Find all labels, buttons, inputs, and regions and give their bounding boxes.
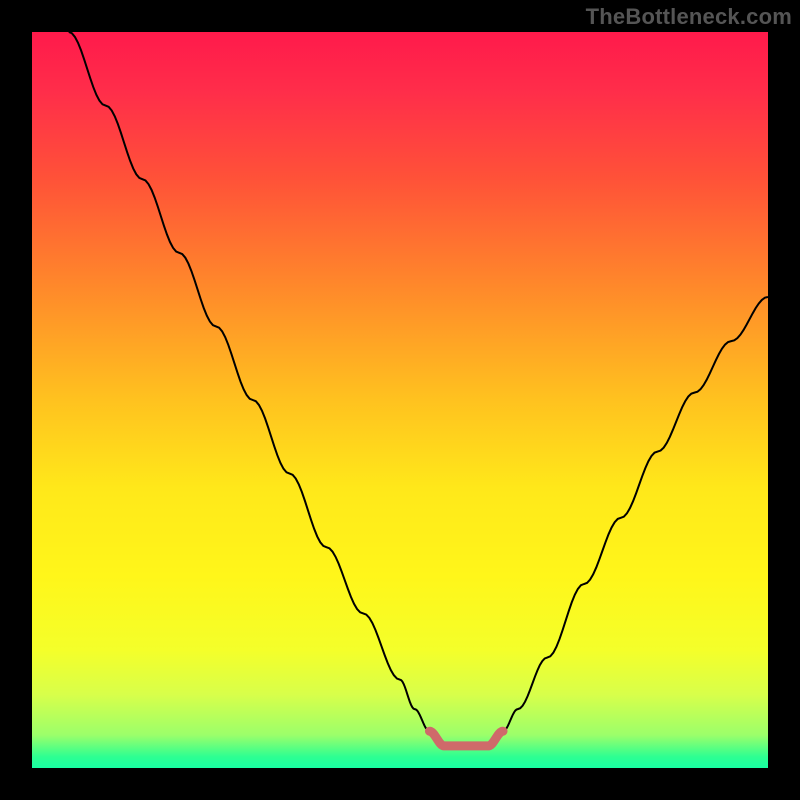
plot-svg	[32, 32, 768, 768]
watermark-label: TheBottleneck.com	[586, 4, 792, 30]
chart-frame: TheBottleneck.com	[0, 0, 800, 800]
gradient-rect	[32, 32, 768, 768]
plot-area	[32, 32, 768, 768]
